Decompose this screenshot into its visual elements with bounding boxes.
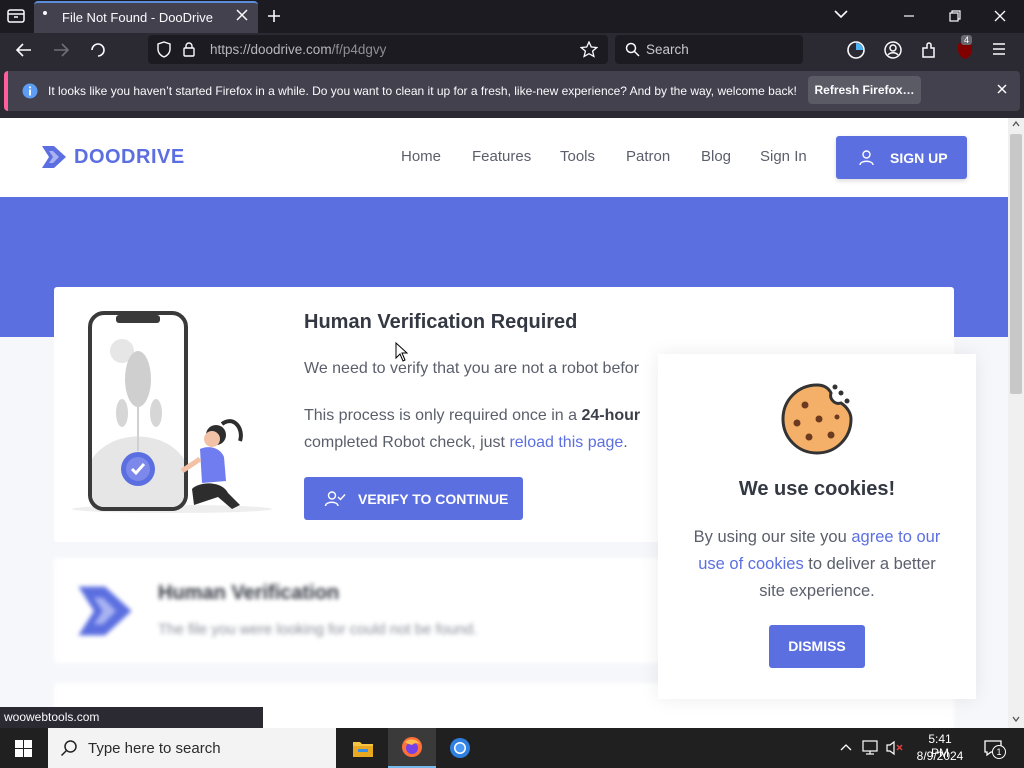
refresh-firefox-notification: It looks like you haven’t started Firefo…	[4, 71, 1020, 111]
cookie-icon	[781, 383, 853, 455]
search-icon	[625, 42, 640, 57]
forward-icon[interactable]	[52, 41, 70, 59]
dismiss-cookies-button[interactable]: DISMISS	[769, 625, 865, 668]
scroll-down-icon[interactable]	[1012, 716, 1020, 722]
scrollbar-thumb[interactable]	[1010, 134, 1022, 394]
verification-line-1: We need to verify that you are not a rob…	[304, 360, 640, 377]
close-notification-icon[interactable]	[996, 83, 1008, 95]
lock-icon[interactable]	[182, 41, 196, 58]
firefox-taskbar-button[interactable]	[388, 728, 436, 768]
taskbar-search-box[interactable]: Type here to search	[48, 728, 336, 768]
active-tab[interactable]: File Not Found - DooDrive	[34, 1, 258, 33]
doodrive-logo-icon[interactable]	[40, 144, 68, 170]
blurred-card-title: Human Verification	[158, 582, 340, 604]
site-header: DOODRIVE Home Features Tools Patron Blog…	[0, 118, 1008, 197]
status-bar: woowebtools.com	[0, 707, 263, 728]
stop-loading-icon[interactable]	[89, 41, 107, 59]
list-all-tabs-icon[interactable]	[6, 7, 26, 25]
phone-illustration	[72, 309, 277, 514]
show-hidden-icons-chevron-up-icon[interactable]	[840, 742, 852, 752]
url-bar[interactable]: https://doodrive.com/f/p4dgvy	[148, 35, 608, 64]
browser-navigation-bar: https://doodrive.com/f/p4dgvy Search 4	[0, 33, 1024, 67]
nav-sign-in[interactable]: Sign In	[760, 148, 807, 165]
nav-patron[interactable]: Patron	[626, 148, 670, 165]
page-scrollbar[interactable]	[1008, 118, 1024, 728]
restore-icon[interactable]	[948, 9, 962, 23]
sign-up-label: SIGN UP	[890, 150, 948, 166]
info-icon	[22, 83, 38, 99]
tab-title: File Not Found - DooDrive	[62, 10, 213, 25]
file-explorer-icon[interactable]	[352, 738, 374, 758]
web-page: DOODRIVE Home Features Tools Patron Blog…	[0, 118, 1008, 728]
ublock-badge: 4	[961, 35, 973, 45]
ublock-icon[interactable]: 4	[955, 35, 975, 61]
taskbar-search-placeholder: Type here to search	[88, 740, 221, 757]
sign-up-button[interactable]: SIGN UP	[836, 136, 967, 179]
verification-line-2: This process is only required once in a …	[304, 407, 641, 424]
verification-title: Human Verification Required	[304, 311, 578, 333]
search-placeholder: Search	[646, 42, 689, 57]
user-check-icon	[324, 490, 346, 507]
browser-tab-bar: File Not Found - DooDrive	[0, 0, 1024, 33]
cookie-text: By using our site you agree to our use o…	[693, 528, 941, 600]
user-icon	[858, 149, 875, 166]
chrome-icon[interactable]	[449, 737, 471, 759]
back-icon[interactable]	[15, 41, 33, 59]
minimize-icon[interactable]	[902, 10, 916, 22]
shield-icon[interactable]	[156, 41, 172, 58]
close-tab-icon[interactable]	[234, 7, 250, 23]
nav-tools[interactable]: Tools	[560, 148, 595, 165]
privacy-badger-icon[interactable]	[846, 40, 866, 60]
notification-count-badge: 1	[992, 745, 1006, 759]
blurred-card-text: The file you were looking for could not …	[158, 621, 478, 638]
windows-start-icon[interactable]	[15, 740, 32, 757]
notification-text: It looks like you haven’t started Firefo…	[48, 84, 797, 98]
account-icon[interactable]	[883, 40, 903, 60]
cookie-consent-popup: We use cookies! By using our site you ag…	[658, 354, 976, 699]
mouse-cursor-icon	[395, 342, 408, 362]
cookie-title: We use cookies!	[738, 478, 896, 500]
nav-blog[interactable]: Blog	[701, 148, 731, 165]
action-center-icon[interactable]: 1	[983, 739, 1006, 759]
taskbar-date[interactable]: 8/9/2024	[914, 749, 966, 763]
menu-icon[interactable]	[991, 42, 1007, 56]
windows-taskbar: Type here to search 5:41 PM 8/9/2024 1	[0, 728, 1024, 768]
search-bar[interactable]: Search	[615, 35, 803, 64]
chevron-down-icon[interactable]	[834, 9, 848, 19]
doodrive-logo-icon	[74, 580, 136, 642]
reload-page-link[interactable]: reload this page	[509, 434, 623, 451]
verify-to-continue-button[interactable]: VERIFY TO CONTINUE	[304, 477, 523, 520]
nav-features[interactable]: Features	[472, 148, 531, 165]
new-tab-icon[interactable]	[266, 8, 282, 24]
nav-home[interactable]: Home	[401, 148, 441, 165]
firefox-icon	[401, 736, 423, 758]
site-logo-text[interactable]: DOODRIVE	[74, 146, 185, 169]
url-text: https://doodrive.com/f/p4dgvy	[210, 42, 387, 57]
close-window-icon[interactable]	[993, 9, 1007, 23]
scroll-up-icon[interactable]	[1012, 121, 1020, 127]
verification-line-3: completed Robot check, just reload this …	[304, 434, 628, 451]
volume-muted-icon[interactable]	[886, 740, 904, 756]
tab-loading-icon	[43, 11, 47, 15]
verify-button-label: VERIFY TO CONTINUE	[358, 491, 509, 507]
network-icon[interactable]	[862, 740, 880, 756]
search-icon	[60, 739, 78, 757]
refresh-firefox-button[interactable]: Refresh Firefox…	[808, 76, 921, 104]
bookmark-star-icon[interactable]	[580, 41, 598, 58]
extensions-icon[interactable]	[919, 40, 939, 60]
